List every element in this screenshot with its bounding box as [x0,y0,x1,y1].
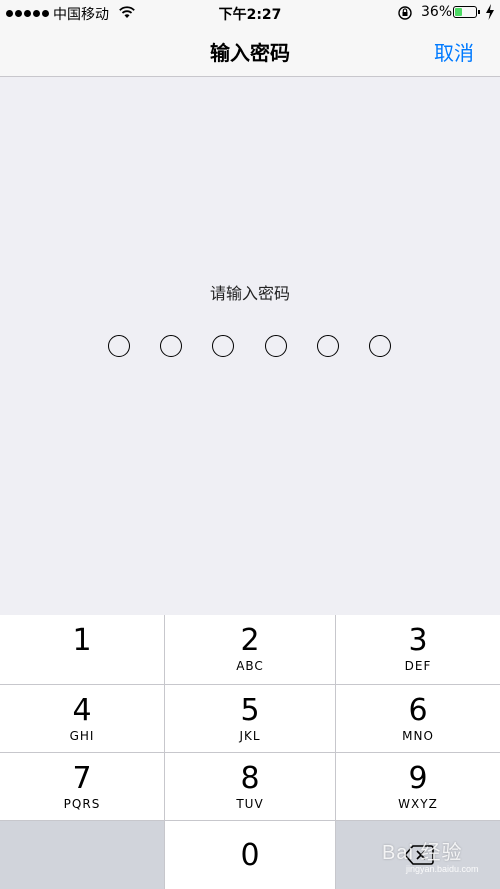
status-bar: 中国移动 下午2:27 36% [0,0,500,27]
key-4[interactable]: 4 GHI [0,685,164,752]
key-8[interactable]: 8 TUV [165,753,335,820]
watermark-text: Bai 经验 [382,842,463,864]
key-letters: DEF [404,659,432,673]
passcode-dot [369,335,391,357]
key-letters: PQRS [63,797,101,811]
battery-cap [478,10,480,14]
key-letters: WXYZ [398,797,438,811]
rotation-lock-icon [397,5,413,25]
charging-bolt-icon [485,4,495,24]
cancel-button[interactable]: 取消 [434,37,474,66]
key-letters: GHI [69,729,95,743]
key-digit: 9 [408,761,428,796]
key-digit: 7 [72,761,92,796]
passcode-dot [160,335,183,357]
passcode-dot [108,335,130,357]
key-3[interactable]: 3 DEF [336,615,500,684]
passcode-dots [108,335,392,357]
key-letters: ABC [236,659,264,673]
key-letters: JKL [239,729,261,743]
key-7[interactable]: 7 PQRS [0,753,164,820]
key-digit: 3 [408,623,428,658]
watermark-subtext: jingyan.baidu.com [406,864,479,874]
key-6[interactable]: 6 MNO [336,685,500,752]
key-digit: 2 [240,623,260,658]
key-digit: 8 [240,761,260,796]
key-digit: 5 [240,693,260,728]
key-letters: TUV [236,797,264,811]
key-digit: 6 [408,693,428,728]
battery-percent: 36% [421,4,453,20]
passcode-prompt: 请输入密码 [209,284,290,303]
key-5[interactable]: 5 JKL [165,685,335,752]
passcode-dot [264,335,287,357]
key-9[interactable]: 9 WXYZ [336,753,500,820]
passcode-dot [316,335,339,357]
blank-key [0,821,164,889]
page-title: 输入密码 [210,41,290,65]
key-1[interactable]: 1 [0,615,164,684]
key-letters: MNO [402,729,434,743]
key-digit: 4 [72,693,92,728]
battery-icon [453,6,477,18]
key-digit: 0 [240,838,260,873]
passcode-dot [212,335,235,357]
key-2[interactable]: 2 ABC [165,615,335,684]
navigation-bar: 输入密码 取消 [0,27,500,77]
key-digit: 1 [72,623,92,658]
battery-level-fill [455,8,463,16]
key-0[interactable]: 0 [165,821,335,889]
